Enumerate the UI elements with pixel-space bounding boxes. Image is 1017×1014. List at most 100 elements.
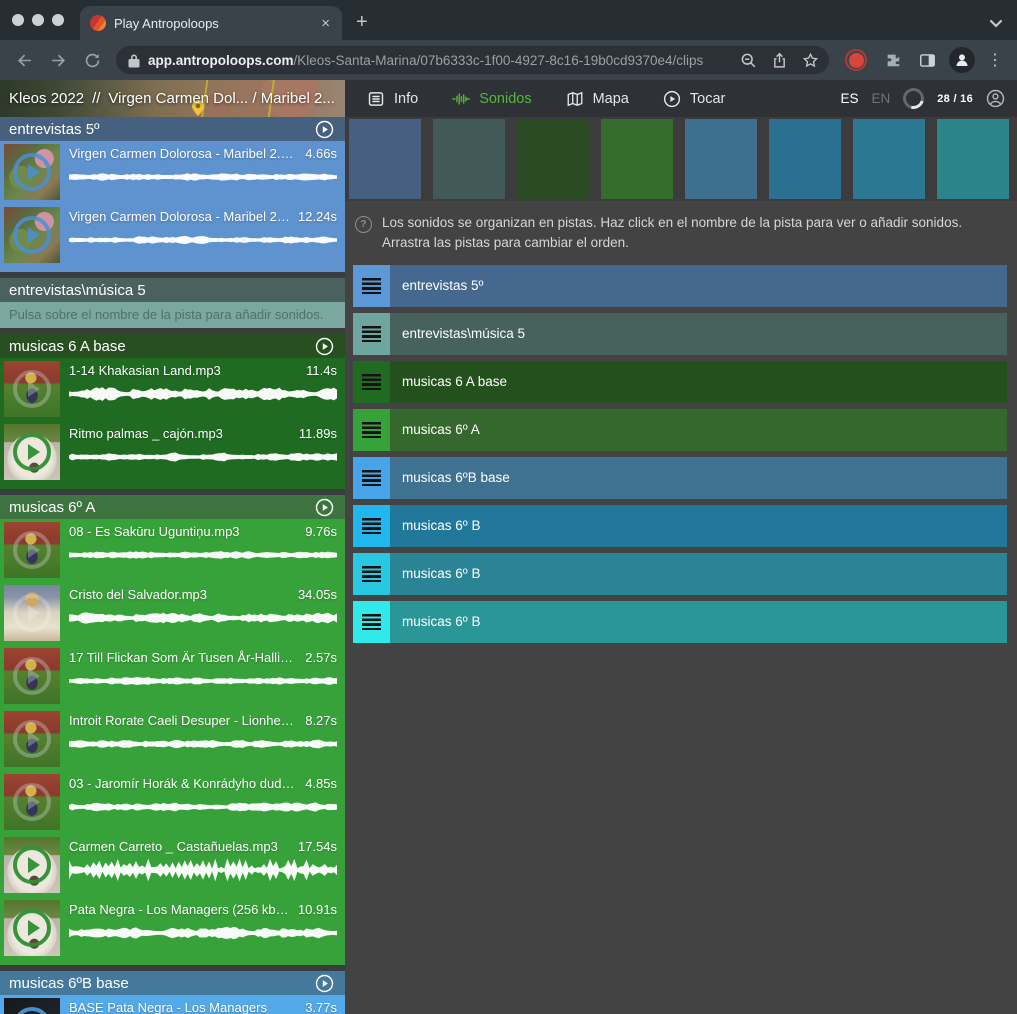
track-drag-handle[interactable]	[353, 601, 390, 643]
question-icon: ?	[355, 216, 372, 233]
audio-clip[interactable]: Cristo del Salvador.mp334.05s	[0, 582, 345, 645]
track-drag-handle[interactable]	[353, 313, 390, 355]
track-drag-handle[interactable]	[353, 553, 390, 595]
track-row[interactable]: musicas 6º B	[353, 601, 1007, 643]
breadcrumb[interactable]: Kleos 2022 // Virgen Carmen Dol... / Mar…	[0, 80, 345, 117]
track-color-swatch[interactable]	[433, 119, 505, 199]
nav-tab-sonidos[interactable]: Sonidos	[452, 90, 531, 108]
clip-play-icon[interactable]	[13, 846, 51, 884]
audio-clip[interactable]: Carmen Carreto _ Castañuelas.mp317.54s	[0, 834, 345, 897]
track-color-swatch[interactable]	[517, 119, 589, 199]
audio-clip[interactable]: BASE Pata Negra - Los Managers3.77s	[0, 995, 345, 1014]
track-row[interactable]: entrevistas 5º	[353, 265, 1007, 307]
track-name-button[interactable]: entrevistas 5º	[390, 265, 1007, 307]
audio-clip[interactable]: Virgen Carmen Dolorosa - Maribel 2.mp312…	[0, 204, 345, 267]
tab-search-chevron-icon[interactable]	[989, 19, 1003, 28]
back-button[interactable]	[8, 44, 40, 76]
bookmark-star-icon[interactable]	[802, 52, 819, 69]
nav-tab-info[interactable]: Info	[367, 90, 418, 108]
track-row[interactable]: musicas 6º B	[353, 505, 1007, 547]
section-play-button[interactable]	[315, 498, 334, 517]
audio-clip[interactable]: 1-14 Khakasian Land.mp311.4s	[0, 358, 345, 421]
track-color-swatch[interactable]	[349, 119, 421, 199]
track-name-button[interactable]: musicas 6º B	[390, 601, 1007, 643]
sidebar-track-header[interactable]: musicas 6º A	[0, 495, 345, 519]
extensions-puzzle-icon[interactable]	[877, 44, 909, 76]
track-drag-handle[interactable]	[353, 505, 390, 547]
window-close-button[interactable]	[12, 14, 24, 26]
clip-play-icon[interactable]	[13, 216, 51, 254]
clip-play-icon[interactable]	[13, 783, 51, 821]
breadcrumb-project[interactable]: Kleos 2022	[9, 90, 84, 107]
sidebar-track-header[interactable]: musicas 6 A base	[0, 334, 345, 358]
track-name-button[interactable]: musicas 6ºB base	[390, 457, 1007, 499]
window-minimize-button[interactable]	[32, 14, 44, 26]
clip-duration: 10.91s	[298, 902, 337, 918]
clip-thumbnail	[4, 837, 60, 893]
clip-play-icon[interactable]	[13, 657, 51, 695]
window-zoom-button[interactable]	[52, 14, 64, 26]
track-row[interactable]: musicas 6 A base	[353, 361, 1007, 403]
section-play-button[interactable]	[315, 974, 334, 993]
track-color-swatch[interactable]	[853, 119, 925, 199]
sidebar-track-header[interactable]: musicas 6ºB base	[0, 971, 345, 995]
track-name-button[interactable]: musicas 6º B	[390, 505, 1007, 547]
record-extension-icon[interactable]	[845, 49, 867, 71]
track-drag-handle[interactable]	[353, 265, 390, 307]
track-drag-handle[interactable]	[353, 457, 390, 499]
track-drag-handle[interactable]	[353, 361, 390, 403]
section-play-button[interactable]	[315, 337, 334, 356]
clip-play-icon[interactable]	[13, 531, 51, 569]
new-tab-button[interactable]: +	[356, 12, 368, 32]
clip-play-icon[interactable]	[13, 909, 51, 947]
track-row[interactable]: musicas 6ºB base	[353, 457, 1007, 499]
waveform-icon	[452, 90, 470, 108]
browser-tab[interactable]: Play Antropoloops ×	[80, 6, 342, 40]
track-color-strip	[345, 117, 1017, 201]
clip-play-icon[interactable]	[13, 594, 51, 632]
lang-en-button[interactable]: EN	[871, 91, 890, 106]
audio-clip[interactable]: Virgen Carmen Dolorosa - Maribel 2.mp34.…	[0, 141, 345, 204]
clip-play-icon[interactable]	[13, 153, 51, 191]
tab-close-icon[interactable]: ×	[319, 16, 332, 31]
reload-button[interactable]	[76, 44, 108, 76]
lang-es-button[interactable]: ES	[840, 91, 858, 106]
breadcrumb-trail[interactable]: Virgen Carmen Dol... / Maribel 2...	[108, 90, 334, 107]
track-row[interactable]: musicas 6º A	[353, 409, 1007, 451]
track-name-button[interactable]: musicas 6 A base	[390, 361, 1007, 403]
clip-play-icon[interactable]	[13, 720, 51, 758]
audio-clip[interactable]: Pata Negra - Los Managers (256 kbps).mp3…	[0, 897, 345, 960]
track-color-swatch[interactable]	[685, 119, 757, 199]
sidebar-track-header[interactable]: entrevistas\música 5	[0, 278, 345, 302]
sidebar-track-header[interactable]: entrevistas 5º	[0, 117, 345, 141]
share-icon[interactable]	[771, 52, 788, 69]
zoom-out-page-icon[interactable]	[740, 52, 757, 69]
track-color-swatch[interactable]	[601, 119, 673, 199]
forward-button[interactable]	[42, 44, 74, 76]
audio-clip[interactable]: 08 - Es Sakūru Uguntiņu.mp39.76s	[0, 519, 345, 582]
audio-clip[interactable]: 03 - Jaromír Horák & Konrádyho dudácká .…	[0, 771, 345, 834]
audio-clip[interactable]: Introit Rorate Caeli Desuper - Lionheart…	[0, 708, 345, 771]
track-row[interactable]: musicas 6º B	[353, 553, 1007, 595]
track-drag-handle[interactable]	[353, 409, 390, 451]
track-color-swatch[interactable]	[769, 119, 841, 199]
nav-tab-tocar[interactable]: Tocar	[663, 90, 725, 108]
track-color-swatch[interactable]	[937, 119, 1009, 199]
track-row[interactable]: entrevistas\música 5	[353, 313, 1007, 355]
nav-tab-mapa[interactable]: Mapa	[566, 90, 629, 108]
section-play-button[interactable]	[315, 120, 334, 139]
audio-clip[interactable]: 17 Till Flickan Som Är Tusen År-Halling …	[0, 645, 345, 708]
clip-play-icon[interactable]	[13, 370, 51, 408]
url-bar[interactable]: app.antropoloops.com/Kleos-Santa-Marina/…	[116, 46, 829, 74]
account-icon[interactable]	[986, 89, 1005, 108]
clip-play-icon[interactable]	[13, 433, 51, 471]
browser-menu-icon[interactable]: ⋮	[981, 50, 1009, 70]
clip-play-icon[interactable]	[13, 1007, 51, 1014]
audio-clip[interactable]: Ritmo palmas _ cajón.mp311.89s	[0, 421, 345, 484]
window-controls[interactable]	[0, 0, 78, 40]
track-name-button[interactable]: musicas 6º A	[390, 409, 1007, 451]
track-name-button[interactable]: entrevistas\música 5	[390, 313, 1007, 355]
browser-profile-avatar[interactable]	[949, 47, 975, 73]
side-panel-icon[interactable]	[911, 44, 943, 76]
track-name-button[interactable]: musicas 6º B	[390, 553, 1007, 595]
